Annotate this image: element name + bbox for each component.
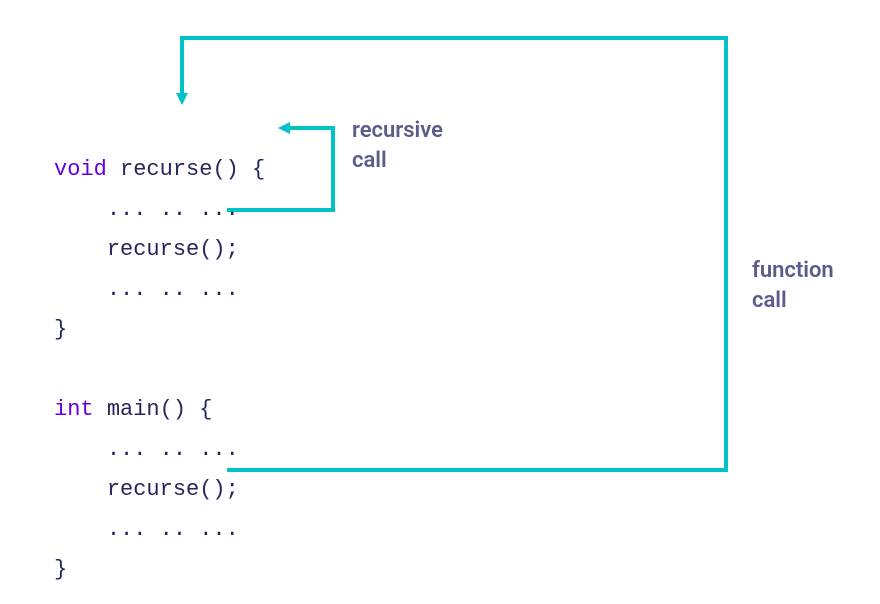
recursive-label-line1: recursive: [352, 118, 443, 143]
recursive-label-line2: call: [352, 148, 387, 173]
recurse-sig-open: () {: [212, 157, 265, 182]
function-call-label: function call: [752, 256, 834, 315]
recursive-call-label: recursive call: [352, 116, 443, 175]
keyword-void: void: [54, 157, 107, 182]
main-close: }: [54, 557, 67, 582]
recurse-fn-name: recurse: [120, 157, 212, 182]
code-block: void recurse() { ... .. ... recurse(); .…: [54, 110, 265, 590]
recurse-self-call: recurse();: [107, 237, 239, 262]
main-signature: int main() {: [54, 397, 212, 422]
recurse-dots-2: ... .. ...: [107, 277, 239, 302]
main-fn-name: main: [107, 397, 160, 422]
function-label-line2: call: [752, 288, 787, 313]
recurse-dots-1: ... .. ...: [107, 197, 239, 222]
main-sig-open: () {: [160, 397, 213, 422]
main-dots-1: ... .. ...: [107, 437, 239, 462]
keyword-int: int: [54, 397, 94, 422]
main-dots-2: ... .. ...: [107, 517, 239, 542]
main-recurse-call: recurse();: [107, 477, 239, 502]
function-label-line1: function: [752, 258, 834, 283]
recurse-close: }: [54, 317, 67, 342]
recurse-signature: void recurse() {: [54, 157, 265, 182]
